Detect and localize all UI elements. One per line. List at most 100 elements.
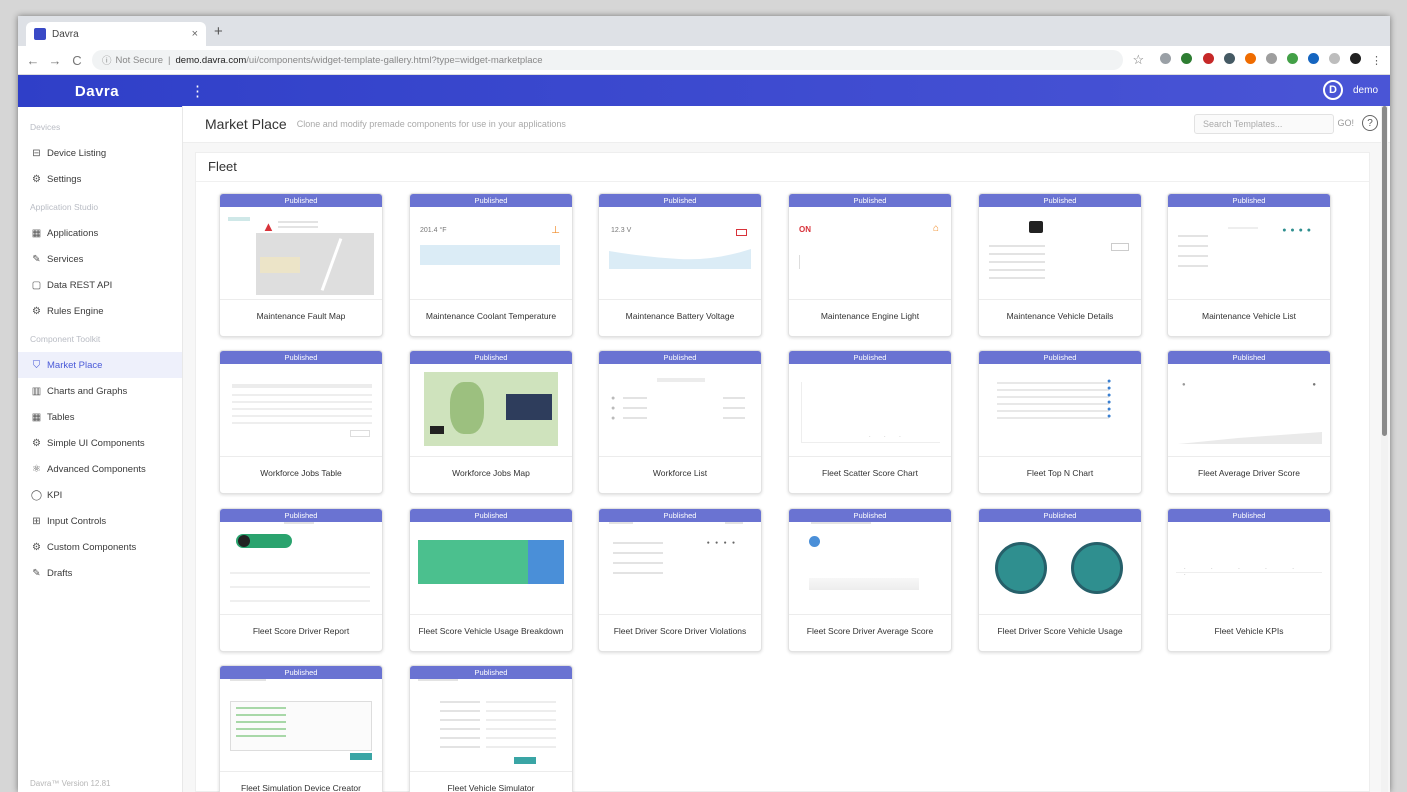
sidebar-item-rules-engine[interactable]: ⚙ Rules Engine <box>18 298 182 324</box>
placeholder-line <box>486 746 556 748</box>
placeholder-line <box>723 397 745 399</box>
vehicle-icon <box>1029 221 1043 233</box>
sidebar-item-kpi[interactable]: ◯ KPI <box>18 482 182 508</box>
placeholder-line <box>278 226 318 228</box>
sidebar-item-drafts[interactable]: ✎ Drafts <box>18 560 182 586</box>
sidebar-item-market-place[interactable]: ⛉ Market Place <box>18 352 182 378</box>
value-text: 201.4 °F <box>420 227 447 234</box>
app-menu-icon[interactable]: ⋮ <box>190 82 205 100</box>
template-card[interactable]: Published Fleet Score Driver Average Scor… <box>788 508 952 652</box>
sidebar-item-icon: ⛉ <box>32 359 41 371</box>
url-field[interactable]: ⓘ Not Secure | demo.davra.com /ui/compon… <box>92 50 1124 70</box>
help-icon[interactable]: ? <box>1362 115 1378 131</box>
sidebar-item-label: KPI <box>47 489 63 501</box>
template-card[interactable]: Published ● ● ● ● Fleet Driver Score Drive… <box>598 508 762 652</box>
placeholder-line <box>997 396 1109 398</box>
extension-icon[interactable] <box>1265 53 1277 64</box>
published-badge: Published <box>789 509 951 522</box>
placeholder-line <box>418 679 458 681</box>
template-card[interactable]: Published Fleet Score Driver Report <box>219 508 383 652</box>
template-card[interactable]: Published Workforce Jobs Map <box>409 350 573 494</box>
template-card[interactable]: Published Fleet Vehicle Simulator <box>409 665 573 792</box>
template-name: Workforce Jobs Map <box>452 468 530 479</box>
template-card[interactable]: Published · · · Fleet Scatter Score Chart <box>788 350 952 494</box>
placeholder-line <box>284 522 314 524</box>
template-card[interactable]: Published ▲ Maintenance Fault Map <box>219 193 383 337</box>
reload-icon[interactable]: C <box>70 53 84 68</box>
template-preview <box>979 522 1141 615</box>
sidebar-section-title: Application Studio <box>30 202 99 212</box>
placeholder-line <box>989 277 1045 279</box>
sidebar-item-tables[interactable]: ▦ Tables <box>18 404 182 430</box>
avatar[interactable]: D <box>1322 80 1343 100</box>
extension-icon[interactable] <box>1307 53 1319 64</box>
sidebar-item-simple-ui-components[interactable]: ⚙ Simple UI Components <box>18 430 182 456</box>
sidebar-item-custom-components[interactable]: ⚙ Custom Components <box>18 534 182 560</box>
sidebar-item-services[interactable]: ✎ Services <box>18 246 182 272</box>
sidebar-item-label: Services <box>47 253 84 265</box>
sidebar-item-applications[interactable]: ▦ Applications <box>18 220 182 246</box>
placeholder-line <box>997 410 1109 412</box>
user-menu[interactable]: demo <box>1353 85 1378 96</box>
fleet-panel: Fleet Published ▲ Maintenance Fault Map Pub… <box>195 152 1370 792</box>
published-badge: Published <box>599 194 761 207</box>
template-preview: ● ● ● ● <box>1168 207 1330 300</box>
template-card[interactable]: Published Fleet Simulation Device Creator <box>219 665 383 792</box>
browser-tab[interactable]: Davra × <box>26 22 206 46</box>
template-name: Fleet Scatter Score Chart <box>822 468 918 479</box>
app-header: Davra ⋮ D demo <box>18 75 1390 107</box>
back-icon[interactable]: ← <box>26 53 40 68</box>
placeholder-line <box>440 737 480 739</box>
extension-icon[interactable] <box>1286 53 1298 64</box>
published-badge: Published <box>789 351 951 364</box>
template-name: Workforce List <box>652 468 708 479</box>
bookmark-star-icon[interactable]: ☆ <box>1131 52 1145 68</box>
sidebar-item-icon: ⚛ <box>32 463 41 475</box>
search-input[interactable]: Search Templates... <box>1194 114 1334 134</box>
template-card[interactable]: Published · · · · · · Fleet Vehicle KPIs <box>1167 508 1331 652</box>
sidebar-item-icon: ▦ <box>31 411 42 423</box>
template-card[interactable]: Published Workforce Jobs Table <box>219 350 383 494</box>
template-card[interactable]: Published ● ● ● ● Maintenance Vehicle List <box>1167 193 1331 337</box>
template-card[interactable]: Published 12.3 V Maintenance Battery Volta… <box>598 193 762 337</box>
sidebar-item-input-controls[interactable]: ⊞ Input Controls <box>18 508 182 534</box>
extension-icon[interactable] <box>1160 53 1172 64</box>
close-tab-icon[interactable]: × <box>192 28 198 40</box>
template-card[interactable]: Published Maintenance Vehicle Details <box>978 193 1142 337</box>
template-name: Fleet Vehicle KPIs <box>1214 626 1284 637</box>
template-preview <box>410 522 572 615</box>
published-badge: Published <box>220 351 382 364</box>
sidebar-item-device-listing[interactable]: ⊟ Device Listing <box>18 140 182 166</box>
go-button[interactable]: GO! <box>1337 118 1354 128</box>
extension-icon[interactable] <box>1328 53 1340 64</box>
extension-icon[interactable] <box>1244 53 1256 64</box>
sidebar-item-advanced-components[interactable]: ⚛ Advanced Components <box>18 456 182 482</box>
template-card[interactable]: Published ● ● ● Workforce List <box>598 350 762 494</box>
sidebar-item-settings[interactable]: ⚙ Settings <box>18 166 182 192</box>
placeholder-line <box>486 737 556 739</box>
profile-icon[interactable] <box>1349 53 1361 64</box>
davra-logo[interactable]: Davra <box>18 83 176 100</box>
template-card[interactable]: Published 201.4 °F ⊥ Maintenance Coolant Te… <box>409 193 573 337</box>
browser-menu-icon[interactable]: ⋮ <box>1371 55 1382 67</box>
template-card[interactable]: Published ON ⌂ Maintenance Engine Light <box>788 193 952 337</box>
extension-icon[interactable] <box>1223 53 1235 64</box>
placeholder-line <box>232 408 372 410</box>
template-card[interactable]: Published ● ● Fleet Average Driver Score <box>1167 350 1331 494</box>
placeholder-line <box>609 522 633 524</box>
template-card[interactable]: Published ● ● ● ● ● ● Fleet Top N Chart <box>978 350 1142 494</box>
extension-icon[interactable] <box>1181 53 1193 64</box>
sidebar-item-data-rest-api[interactable]: ▢ Data REST API <box>18 272 182 298</box>
placeholder-line <box>486 710 556 712</box>
sidebar-item-charts-and-graphs[interactable]: ▥ Charts and Graphs <box>18 378 182 404</box>
new-tab-button[interactable]: + <box>214 23 223 40</box>
placeholder-line <box>1178 255 1208 257</box>
sidebar-item-icon: ⚙ <box>32 173 41 185</box>
forward-icon[interactable]: → <box>48 53 62 68</box>
template-name: Fleet Top N Chart <box>1026 468 1094 479</box>
extension-icon[interactable] <box>1202 53 1214 64</box>
template-card[interactable]: Published Fleet Score Vehicle Usage Break… <box>409 508 573 652</box>
template-preview: ● ● ● <box>599 364 761 457</box>
template-card[interactable]: Published Fleet Driver Score Vehicle Usag… <box>978 508 1142 652</box>
scrollbar-thumb[interactable] <box>1382 106 1387 436</box>
